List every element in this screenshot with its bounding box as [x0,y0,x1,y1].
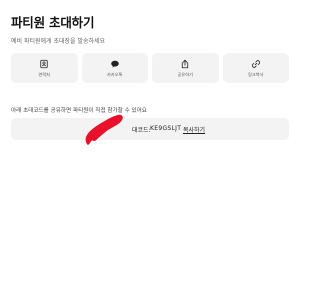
share-system-label: 공유하기 [177,71,193,77]
invite-code-label: 대코드: [132,126,151,134]
copy-code-button[interactable]: 복사하기 [183,125,205,134]
share-contacts-label: 연락처 [38,71,51,77]
page-subtitle: 예비 파티원에게 초대장을 발송하세요 [11,38,106,45]
share-contacts-button[interactable]: 연락처 [11,53,78,83]
contact-book-icon [40,59,48,68]
link-icon [251,59,260,68]
copy-link-label: 링크복사 [248,71,264,77]
copy-link-button[interactable]: 링크복사 [222,53,289,83]
page-title: 파티원 초대하기 [11,15,95,30]
invite-party-page: 파티원 초대하기 예비 파티원에게 초대장을 발송하세요 연락처 카카오톡 공유… [0,0,300,300]
invite-code-value: KE9GSLJT [150,124,182,132]
share-icon [182,59,189,68]
invite-code-box: 대코드: KE9GSLJT 복사하기 [11,118,289,140]
share-kakaotalk-label: 카카오톡 [107,71,123,77]
redaction-mark [85,114,123,145]
share-options: 연락처 카카오톡 공유하기 링크복사 [11,53,289,83]
share-system-button[interactable]: 공유하기 [152,53,219,83]
share-kakaotalk-button[interactable]: 카카오톡 [81,53,148,83]
speech-bubble-icon [111,60,119,67]
